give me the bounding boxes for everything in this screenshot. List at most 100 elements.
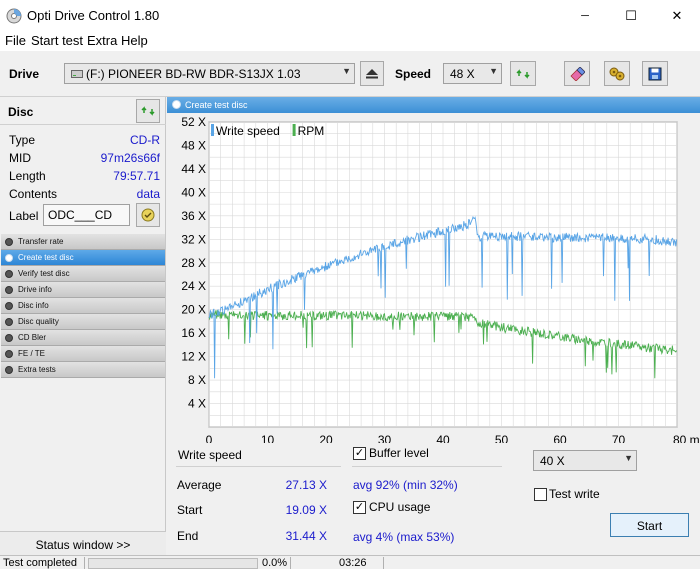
label-apply-button[interactable] — [136, 203, 160, 227]
transfer-rate-icon — [5, 238, 13, 246]
disc-info-icon — [5, 302, 13, 310]
disc-label-field[interactable]: ODC___CD — [43, 204, 130, 226]
legend-swatch — [292, 124, 296, 136]
x-tick-label: 0 — [206, 433, 213, 443]
buffer-level-value: avg 92% (min 32%) — [353, 478, 458, 492]
minimize-icon: ─ — [581, 9, 589, 22]
refresh-arrows-icon — [516, 68, 530, 79]
disc-length-label: Length — [9, 169, 46, 183]
close-button[interactable]: ✕ — [654, 0, 700, 31]
eject-icon — [366, 68, 378, 78]
window-title: Opti Drive Control 1.80 — [27, 8, 160, 23]
nav-label: Disc info — [18, 301, 49, 310]
nav-transfer-rate[interactable]: Transfer rate — [1, 234, 165, 250]
nav-disc-info[interactable]: Disc info — [1, 298, 165, 314]
y-tick-label: 12 X — [181, 350, 206, 364]
divider — [290, 557, 291, 569]
speed-select-value: 48 X — [450, 67, 475, 81]
write-speed-select[interactable]: 40 X ▼ — [533, 450, 637, 471]
divider — [383, 557, 384, 569]
extra-tests-icon — [5, 366, 13, 374]
eject-button[interactable] — [360, 61, 384, 86]
speed-refresh-button[interactable] — [510, 61, 536, 86]
elapsed-time: 03:26 — [339, 557, 367, 569]
menu-bar: File Start test Extra Help — [0, 31, 700, 51]
status-bar: Test completed 0.0% 03:26 — [0, 555, 700, 569]
menu-file[interactable]: File — [5, 33, 26, 48]
y-tick-label: 48 X — [181, 138, 206, 152]
eraser-icon — [570, 66, 585, 81]
start-button[interactable]: Start — [610, 513, 689, 537]
cpu-usage-checkbox[interactable]: ✓ — [353, 501, 366, 514]
disc-title: Disc — [8, 105, 34, 119]
divider — [84, 557, 85, 569]
y-tick-label: 28 X — [181, 256, 206, 270]
disc-mid-value: 97m26s66f — [100, 151, 160, 165]
disc-label-label: Label — [9, 209, 39, 223]
x-tick-label: 30 — [378, 433, 392, 443]
nav-fe-te[interactable]: FE / TE — [1, 346, 165, 362]
y-tick-label: 8 X — [188, 373, 206, 387]
save-button[interactable] — [642, 61, 668, 86]
toolbar: Drive (F:) PIONEER BD-RW BDR-S13JX 1.03 … — [0, 51, 700, 97]
cpu-usage-value: avg 4% (max 53%) — [353, 530, 455, 544]
write-speed-select-value: 40 X — [540, 454, 565, 468]
speed-select[interactable]: 48 X ▼ — [443, 63, 502, 84]
minimize-button[interactable]: ─ — [562, 0, 608, 31]
create-test-disc-icon — [5, 254, 13, 262]
menu-start-test[interactable]: Start test — [31, 33, 83, 48]
maximize-button[interactable]: ☐ — [608, 0, 654, 31]
y-tick-label: 24 X — [181, 279, 206, 293]
panel-title: Create test disc — [185, 100, 248, 110]
x-tick-label: 10 — [261, 433, 275, 443]
disc-refresh-button[interactable] — [136, 99, 160, 123]
drive-select-value: (F:) PIONEER BD-RW BDR-S13JX 1.03 — [86, 67, 301, 81]
legend-label: RPM — [298, 124, 325, 138]
status-window-button[interactable]: Status window >> — [0, 531, 166, 555]
drive-icon — [71, 70, 83, 78]
write-speed-heading: Write speed — [178, 448, 242, 462]
test-write-checkbox[interactable] — [534, 488, 547, 501]
drive-select[interactable]: (F:) PIONEER BD-RW BDR-S13JX 1.03 ▼ — [64, 63, 355, 84]
app-icon — [6, 8, 22, 24]
nav-cd-bler[interactable]: CD Bler — [1, 330, 165, 346]
cd-bler-icon — [5, 334, 13, 342]
nav-drive-info[interactable]: Drive info — [1, 282, 165, 298]
buffer-level-checkbox[interactable]: ✓ — [353, 447, 366, 460]
drive-info-icon — [5, 286, 13, 294]
apply-label-icon — [141, 208, 155, 222]
start-button-label: Start — [636, 519, 663, 533]
nav-extra-tests[interactable]: Extra tests — [1, 362, 165, 378]
menu-help[interactable]: Help — [121, 33, 148, 48]
disc-type-value: CD-R — [130, 133, 160, 147]
speed-label: Speed — [395, 67, 432, 81]
settings-icon — [609, 67, 625, 80]
refresh-arrows-icon — [141, 106, 155, 116]
disc-contents-value: data — [136, 187, 160, 201]
y-tick-label: 32 X — [181, 232, 206, 246]
menu-extra[interactable]: Extra — [87, 33, 117, 48]
y-tick-label: 52 X — [181, 115, 206, 129]
end-value: 31.44 X — [285, 529, 327, 543]
progress-text: 0.0% — [262, 557, 288, 569]
y-tick-label: 4 X — [188, 397, 206, 411]
x-tick-label: 20 — [319, 433, 333, 443]
nav-create-test-disc[interactable]: Create test disc — [1, 250, 165, 266]
nav-disc-quality[interactable]: Disc quality — [1, 314, 165, 330]
nav-label: Extra tests — [18, 365, 56, 374]
maximize-icon: ☐ — [625, 7, 637, 23]
legend-swatch — [211, 124, 214, 136]
disc-type-label: Type — [9, 133, 36, 147]
x-tick-label: 80 min — [673, 433, 700, 443]
y-tick-label: 20 X — [181, 303, 206, 317]
options-button[interactable] — [604, 61, 630, 86]
y-tick-label: 16 X — [181, 326, 206, 340]
nav-verify-test-disc[interactable]: Verify test disc — [1, 266, 165, 282]
panel-icon — [172, 100, 181, 109]
disc-label-value: ODC___CD — [48, 208, 113, 222]
erase-button[interactable] — [564, 61, 590, 86]
x-tick-label: 60 — [553, 433, 567, 443]
average-value: 27.13 X — [285, 478, 327, 492]
drive-label: Drive — [9, 67, 40, 81]
start-label: Start — [177, 503, 203, 517]
